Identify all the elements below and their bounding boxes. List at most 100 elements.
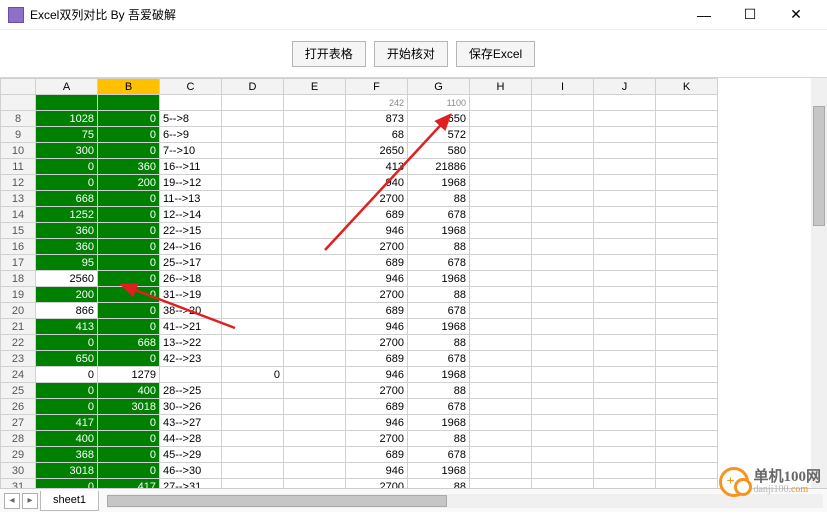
row-header[interactable]: 11: [1, 159, 36, 175]
cell[interactable]: [656, 159, 718, 175]
cell[interactable]: 2700: [346, 479, 408, 489]
cell[interactable]: 946: [346, 319, 408, 335]
cell[interactable]: 38-->20: [160, 303, 222, 319]
row-header[interactable]: 23: [1, 351, 36, 367]
cell[interactable]: [470, 335, 532, 351]
cell[interactable]: [470, 271, 532, 287]
cell[interactable]: 580: [408, 143, 470, 159]
cell[interactable]: [656, 111, 718, 127]
cell[interactable]: [656, 175, 718, 191]
cell[interactable]: [470, 303, 532, 319]
row-header[interactable]: 13: [1, 191, 36, 207]
cell[interactable]: 0: [98, 319, 160, 335]
cell[interactable]: [656, 431, 718, 447]
cell[interactable]: [656, 255, 718, 271]
row-header[interactable]: 22: [1, 335, 36, 351]
cell[interactable]: 2700: [346, 287, 408, 303]
cell[interactable]: [594, 287, 656, 303]
horizontal-scrollbar[interactable]: [107, 494, 823, 508]
cell[interactable]: 42-->23: [160, 351, 222, 367]
cell[interactable]: [594, 271, 656, 287]
cell[interactable]: [532, 127, 594, 143]
cell[interactable]: 13-->22: [160, 335, 222, 351]
cell[interactable]: [222, 399, 284, 415]
cell[interactable]: [656, 367, 718, 383]
cell[interactable]: [594, 335, 656, 351]
cell[interactable]: 360: [98, 159, 160, 175]
row-header[interactable]: 20: [1, 303, 36, 319]
cell[interactable]: 946: [346, 415, 408, 431]
cell[interactable]: [532, 207, 594, 223]
cell[interactable]: [532, 351, 594, 367]
cell[interactable]: [594, 143, 656, 159]
cell[interactable]: 88: [408, 335, 470, 351]
cell[interactable]: 88: [408, 191, 470, 207]
sheet-tab[interactable]: sheet1: [40, 491, 99, 511]
cell[interactable]: [222, 271, 284, 287]
cell[interactable]: 0: [98, 255, 160, 271]
cell[interactable]: [470, 367, 532, 383]
cell[interactable]: [656, 239, 718, 255]
cell[interactable]: [470, 399, 532, 415]
cell[interactable]: [284, 399, 346, 415]
cell[interactable]: [594, 431, 656, 447]
cell[interactable]: [284, 303, 346, 319]
cell[interactable]: [532, 303, 594, 319]
vertical-scrollbar[interactable]: [811, 78, 827, 488]
cell[interactable]: 400: [36, 431, 98, 447]
cell[interactable]: 46-->30: [160, 463, 222, 479]
cell[interactable]: [594, 383, 656, 399]
cell[interactable]: 19-->12: [160, 175, 222, 191]
cell[interactable]: 0: [36, 175, 98, 191]
cell[interactable]: [656, 303, 718, 319]
cell[interactable]: 650: [36, 351, 98, 367]
cell[interactable]: [222, 255, 284, 271]
cell[interactable]: 678: [408, 207, 470, 223]
cell[interactable]: [470, 175, 532, 191]
cell[interactable]: [284, 207, 346, 223]
cell[interactable]: 678: [408, 351, 470, 367]
row-header[interactable]: 17: [1, 255, 36, 271]
cell[interactable]: [284, 111, 346, 127]
row-header[interactable]: 28: [1, 431, 36, 447]
cell[interactable]: [594, 415, 656, 431]
close-button[interactable]: ✕: [773, 0, 819, 30]
column-header-D[interactable]: D: [222, 79, 284, 95]
cell[interactable]: [532, 271, 594, 287]
cell[interactable]: [656, 479, 718, 489]
cell[interactable]: [222, 143, 284, 159]
cell[interactable]: [594, 463, 656, 479]
cell[interactable]: [594, 303, 656, 319]
cell[interactable]: [222, 175, 284, 191]
cell[interactable]: 866: [36, 303, 98, 319]
cell[interactable]: 0: [36, 399, 98, 415]
cell[interactable]: [594, 159, 656, 175]
cell[interactable]: 650: [408, 111, 470, 127]
cell[interactable]: [532, 463, 594, 479]
cell[interactable]: 95: [36, 255, 98, 271]
cell[interactable]: [470, 415, 532, 431]
cell[interactable]: [594, 207, 656, 223]
cell[interactable]: [532, 447, 594, 463]
cell[interactable]: [222, 463, 284, 479]
column-header-J[interactable]: J: [594, 79, 656, 95]
cell[interactable]: [470, 383, 532, 399]
start-check-button[interactable]: 开始核对: [374, 41, 448, 67]
cell[interactable]: 689: [346, 255, 408, 271]
cell[interactable]: 2700: [346, 335, 408, 351]
cell[interactable]: [470, 287, 532, 303]
cell[interactable]: 0: [36, 335, 98, 351]
cell[interactable]: [222, 127, 284, 143]
cell[interactable]: 873: [346, 111, 408, 127]
cell[interactable]: [656, 143, 718, 159]
cell[interactable]: [594, 319, 656, 335]
cell[interactable]: 2700: [346, 383, 408, 399]
cell[interactable]: 5-->8: [160, 111, 222, 127]
cell[interactable]: [470, 127, 532, 143]
maximize-button[interactable]: ☐: [727, 0, 773, 30]
cell[interactable]: 689: [346, 351, 408, 367]
row-header[interactable]: 24: [1, 367, 36, 383]
cell[interactable]: [470, 223, 532, 239]
cell[interactable]: 25-->17: [160, 255, 222, 271]
cell[interactable]: 27-->31: [160, 479, 222, 489]
